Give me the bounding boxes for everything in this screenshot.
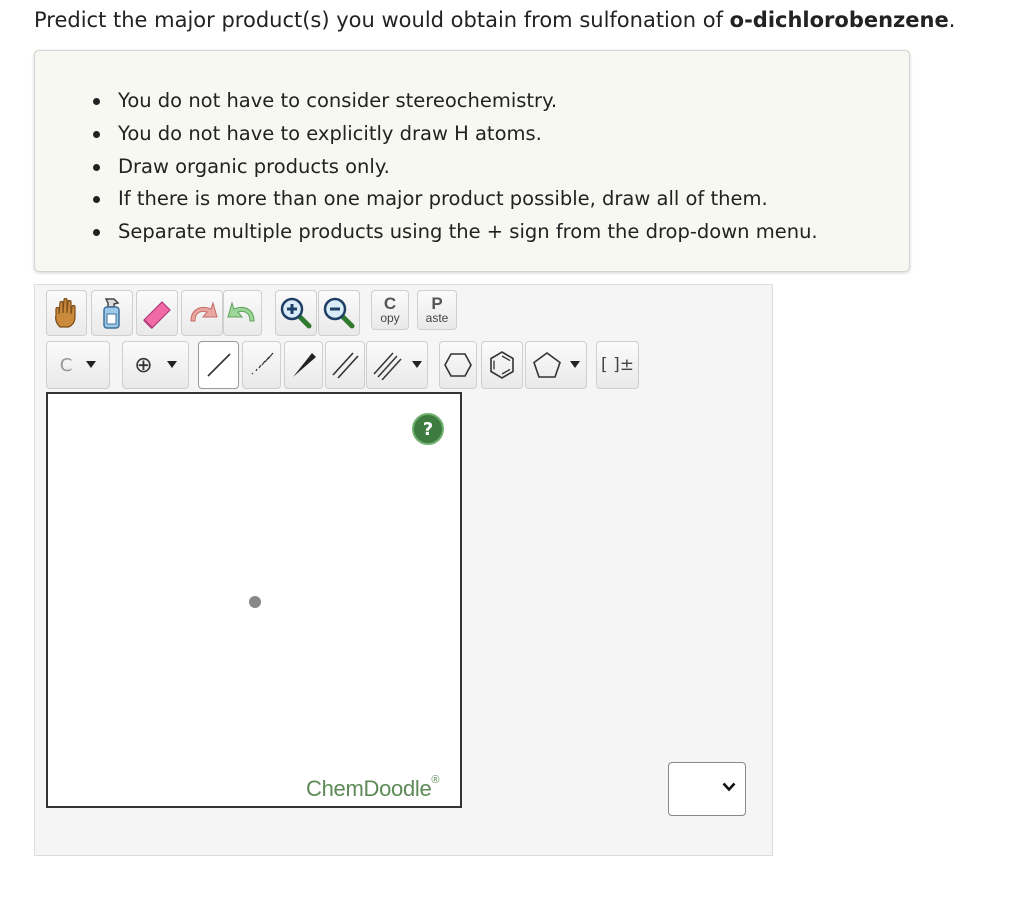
question-prefix: Predict the major product(s) you would o… — [34, 8, 730, 32]
paste-button[interactable]: P aste — [417, 290, 457, 330]
drawing-canvas[interactable]: ? ChemDoodle® — [46, 392, 462, 808]
chevron-down-icon — [166, 361, 177, 368]
triple-bond-selector[interactable] — [366, 341, 428, 389]
wedge-bond-icon — [292, 353, 316, 377]
question-compound: o-dichlorobenzene — [729, 8, 949, 32]
hand-icon — [54, 297, 76, 328]
bullet-icon — [93, 130, 100, 138]
benzene-button[interactable] — [481, 341, 523, 389]
instruction-item: If there is more than one major product … — [93, 183, 818, 216]
chemdoodle-brand: ChemDoodle® — [306, 774, 440, 801]
instruction-item: Separate multiple products using the + s… — [93, 216, 818, 249]
zoom-in-icon — [280, 297, 312, 329]
double-bond-button[interactable] — [325, 341, 365, 389]
ring-selector[interactable] — [525, 341, 587, 389]
hashed-bond-button[interactable] — [242, 341, 281, 389]
instructions-list: You do not have to consider stereochemis… — [93, 85, 818, 249]
single-bond-button[interactable] — [198, 341, 239, 389]
eraser-icon — [143, 301, 171, 329]
help-button[interactable]: ? — [412, 413, 444, 445]
instruction-item: You do not have to consider stereochemis… — [93, 85, 818, 118]
answer-dropdown[interactable] — [668, 762, 746, 816]
bullet-icon — [93, 196, 100, 204]
zoom-out-icon — [323, 297, 355, 329]
instructions-box: You do not have to consider stereochemis… — [34, 50, 910, 272]
pan-hand-button[interactable] — [46, 290, 87, 336]
charge-selector[interactable]: ⊕ — [122, 341, 189, 389]
single-bond-icon — [206, 353, 231, 377]
zoom-in-button[interactable] — [275, 290, 317, 336]
spray-bottle-icon — [103, 298, 120, 329]
copy-button[interactable]: C opy — [371, 290, 409, 330]
chevron-down-icon — [722, 782, 736, 792]
chevron-down-icon — [86, 361, 97, 368]
paste-label-big: P — [431, 294, 443, 313]
bullet-icon — [93, 98, 100, 105]
zoom-out-button[interactable] — [318, 290, 360, 336]
instruction-item: You do not have to explicitly draw H ato… — [93, 118, 818, 151]
atom-label-selector[interactable]: C — [46, 341, 110, 389]
copy-label-big: C — [383, 294, 397, 313]
chemdoodle-editor: C opy P aste C ⊕ []± ? ChemDoodle® — [34, 284, 773, 856]
hashed-bond-icon — [251, 352, 273, 375]
undo-button[interactable] — [181, 290, 223, 336]
cyclohexane-button[interactable] — [439, 341, 477, 389]
redo-icon — [226, 301, 255, 322]
hexagon-icon — [444, 353, 472, 377]
bracket-button[interactable]: [ ]± — [596, 341, 639, 389]
bullet-icon — [93, 229, 100, 237]
clear-button[interactable] — [91, 290, 133, 336]
atom-label: C — [59, 354, 73, 376]
charge-plus-icon: ⊕ — [134, 352, 153, 378]
eraser-button[interactable] — [136, 290, 178, 336]
bracket-charge-icon: [ ]± — [601, 355, 634, 375]
instruction-item: Draw organic products only. — [93, 151, 818, 184]
registered-mark: ® — [431, 774, 440, 786]
question-text: Predict the major product(s) you would o… — [34, 6, 1014, 34]
pentagon-icon — [533, 352, 561, 378]
paste-label-small: aste — [425, 311, 449, 325]
wedge-bond-button[interactable] — [284, 341, 323, 389]
chevron-down-icon — [570, 361, 580, 368]
copy-label-small: opy — [380, 311, 400, 325]
double-bond-icon — [332, 352, 359, 379]
canvas-atom-dot — [249, 596, 261, 608]
redo-button[interactable] — [223, 290, 262, 336]
chevron-down-icon — [412, 361, 422, 368]
question-suffix: . — [948, 8, 956, 32]
triple-bond-icon — [373, 352, 402, 380]
benzene-icon — [490, 351, 514, 379]
undo-icon — [190, 301, 218, 322]
bullet-icon — [93, 163, 100, 171]
